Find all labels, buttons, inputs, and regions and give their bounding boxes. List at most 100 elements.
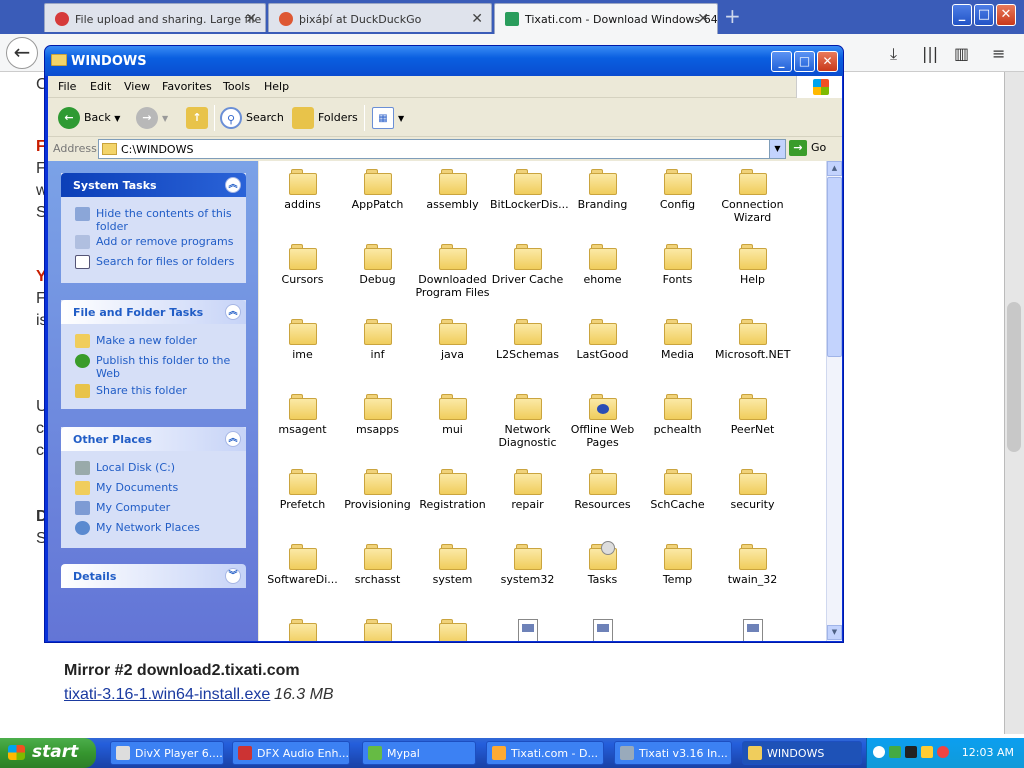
other-places-header[interactable]: Other Places ︽ xyxy=(61,427,246,451)
task-add-remove[interactable]: Add or remove programs xyxy=(61,235,246,255)
folder-item[interactable]: Resources xyxy=(565,469,640,511)
file-folder-tasks-header[interactable]: File and Folder Tasks ︽ xyxy=(61,300,246,324)
close-tab-icon[interactable]: ✕ xyxy=(471,11,483,27)
folder-item[interactable]: Tasks xyxy=(565,541,640,586)
folder-item[interactable]: srchasst xyxy=(340,544,415,586)
task-new-folder[interactable]: Make a new folder xyxy=(61,334,246,354)
folder-item[interactable]: security xyxy=(715,469,790,511)
folder-item[interactable]: PeerNet xyxy=(715,394,790,436)
task-share-folder[interactable]: Share this folder xyxy=(61,384,246,404)
explorer-title-bar[interactable]: WINDOWS _ □ ✕ xyxy=(45,46,843,76)
new-tab-button[interactable]: + xyxy=(724,4,741,28)
menu-tools[interactable]: Tools xyxy=(223,80,250,93)
folder-item[interactable] xyxy=(340,619,415,641)
folder-item[interactable]: BitLockerDis... xyxy=(490,169,569,211)
folder-item[interactable]: LastGood xyxy=(565,319,640,361)
close-icon[interactable]: ✕ xyxy=(996,4,1016,26)
sidebar-icon[interactable]: ▥ xyxy=(954,44,969,63)
taskbar-tixati-page[interactable]: Tixati.com - D... xyxy=(486,741,604,765)
folder-item[interactable]: Downloaded Program Files xyxy=(415,244,490,299)
menu-favorites[interactable]: Favorites xyxy=(162,80,212,93)
folder-item[interactable]: ehome xyxy=(565,244,640,286)
file-item[interactable] xyxy=(565,619,640,641)
close-icon[interactable]: ✕ xyxy=(817,51,838,72)
close-tab-icon[interactable]: ✕ xyxy=(245,11,257,27)
folder-item[interactable]: Driver Cache xyxy=(490,244,565,286)
folder-item[interactable]: Media xyxy=(640,319,715,361)
folder-item[interactable]: Registration xyxy=(415,469,490,511)
tray-app-icon[interactable] xyxy=(937,746,949,758)
network-icon[interactable] xyxy=(889,746,901,758)
place-my-documents[interactable]: My Documents xyxy=(61,481,246,501)
folder-item[interactable] xyxy=(265,619,340,641)
tab-file-upload[interactable]: File upload and sharing. Large file ✕ xyxy=(44,3,266,32)
folder-item[interactable]: msagent xyxy=(265,394,340,436)
maximize-icon[interactable]: □ xyxy=(974,4,994,26)
folder-item[interactable]: Temp xyxy=(640,544,715,586)
maximize-icon[interactable]: □ xyxy=(794,51,815,72)
back-button[interactable]: ← Back ▼ xyxy=(58,106,120,130)
menu-help[interactable]: Help xyxy=(264,80,289,93)
minimize-icon[interactable]: _ xyxy=(771,51,792,72)
folder-item[interactable]: assembly xyxy=(415,169,490,211)
taskbar-dfx[interactable]: DFX Audio Enh... xyxy=(232,741,350,765)
tab-duckduckgo[interactable]: þixáþí at DuckDuckGo ✕ xyxy=(268,3,492,32)
search-button[interactable]: ⚲ Search xyxy=(220,106,284,130)
details-header[interactable]: Details ︾ xyxy=(61,564,246,588)
folder-item[interactable]: Offline Web Pages xyxy=(565,394,640,449)
folder-item[interactable]: Provisioning xyxy=(340,469,415,511)
folder-item[interactable]: pchealth xyxy=(640,394,715,436)
folder-item[interactable]: addins xyxy=(265,169,340,211)
back-arrow-icon[interactable]: ← xyxy=(6,37,38,69)
folder-item[interactable]: inf xyxy=(340,319,415,361)
folder-item[interactable]: Config xyxy=(640,169,715,211)
folder-item[interactable]: system xyxy=(415,544,490,586)
file-list-scrollbar[interactable]: ▲ ▼ xyxy=(826,161,842,641)
folder-item[interactable]: Network Diagnostic xyxy=(490,394,565,449)
file-item[interactable] xyxy=(490,619,565,641)
forward-button[interactable]: → ▼ xyxy=(136,106,168,130)
folder-item[interactable] xyxy=(415,619,490,641)
folder-item[interactable]: repair xyxy=(490,469,565,511)
tray-app-icon[interactable] xyxy=(905,746,917,758)
go-button[interactable]: → Go xyxy=(789,140,826,156)
folder-item[interactable]: java xyxy=(415,319,490,361)
expand-icon[interactable]: ︾ xyxy=(225,568,241,584)
tab-tixati[interactable]: Tixati.com - Download Windows 64 ✕ xyxy=(494,3,718,34)
folder-item[interactable]: twain_32 xyxy=(715,544,790,586)
menu-file[interactable]: File xyxy=(58,80,76,93)
folder-item[interactable]: ime xyxy=(265,319,340,361)
task-search-files[interactable]: Search for files or folders xyxy=(61,255,246,275)
scrollbar-thumb[interactable] xyxy=(827,177,842,357)
folder-item[interactable]: Prefetch xyxy=(265,469,340,511)
place-network[interactable]: My Network Places xyxy=(61,521,246,541)
address-input[interactable]: C:\WINDOWS ▼ xyxy=(98,139,786,159)
tray-app-icon[interactable] xyxy=(921,746,933,758)
taskbar-tixati-install[interactable]: Tixati v3.16 In... xyxy=(614,741,732,765)
menu-edit[interactable]: Edit xyxy=(90,80,111,93)
task-hide-contents[interactable]: Hide the contents of this folder xyxy=(61,207,246,235)
scroll-down-icon[interactable]: ▼ xyxy=(827,625,842,640)
folder-item[interactable]: L2Schemas xyxy=(490,319,565,361)
folder-item[interactable]: SoftwareDi... xyxy=(265,544,340,586)
taskbar-windows[interactable]: WINDOWS xyxy=(742,741,862,765)
folder-item[interactable]: msapps xyxy=(340,394,415,436)
download-link[interactable]: tixati-3.16-1.win64-install.exe xyxy=(64,686,270,704)
menu-view[interactable]: View xyxy=(124,80,150,93)
folder-item[interactable]: Help xyxy=(715,244,790,286)
folder-item[interactable]: Connection Wizard xyxy=(715,169,790,224)
page-scrollbar[interactable] xyxy=(1004,72,1024,734)
taskbar-mypal[interactable]: Mypal xyxy=(362,741,476,765)
folder-item[interactable]: system32 xyxy=(490,544,565,586)
place-local-disk[interactable]: Local Disk (C:) xyxy=(61,461,246,481)
folders-button[interactable]: Folders xyxy=(292,106,358,130)
start-button[interactable]: start xyxy=(0,738,96,768)
minimize-icon[interactable]: _ xyxy=(952,4,972,26)
views-button[interactable]: ▦ ▼ xyxy=(372,106,404,130)
tray-arrow-icon[interactable] xyxy=(873,746,885,758)
folder-item[interactable]: mui xyxy=(415,394,490,436)
library-icon[interactable]: ||| xyxy=(922,44,938,63)
system-tasks-header[interactable]: System Tasks ︽ xyxy=(61,173,246,197)
collapse-icon[interactable]: ︽ xyxy=(225,304,241,320)
collapse-icon[interactable]: ︽ xyxy=(225,177,241,193)
